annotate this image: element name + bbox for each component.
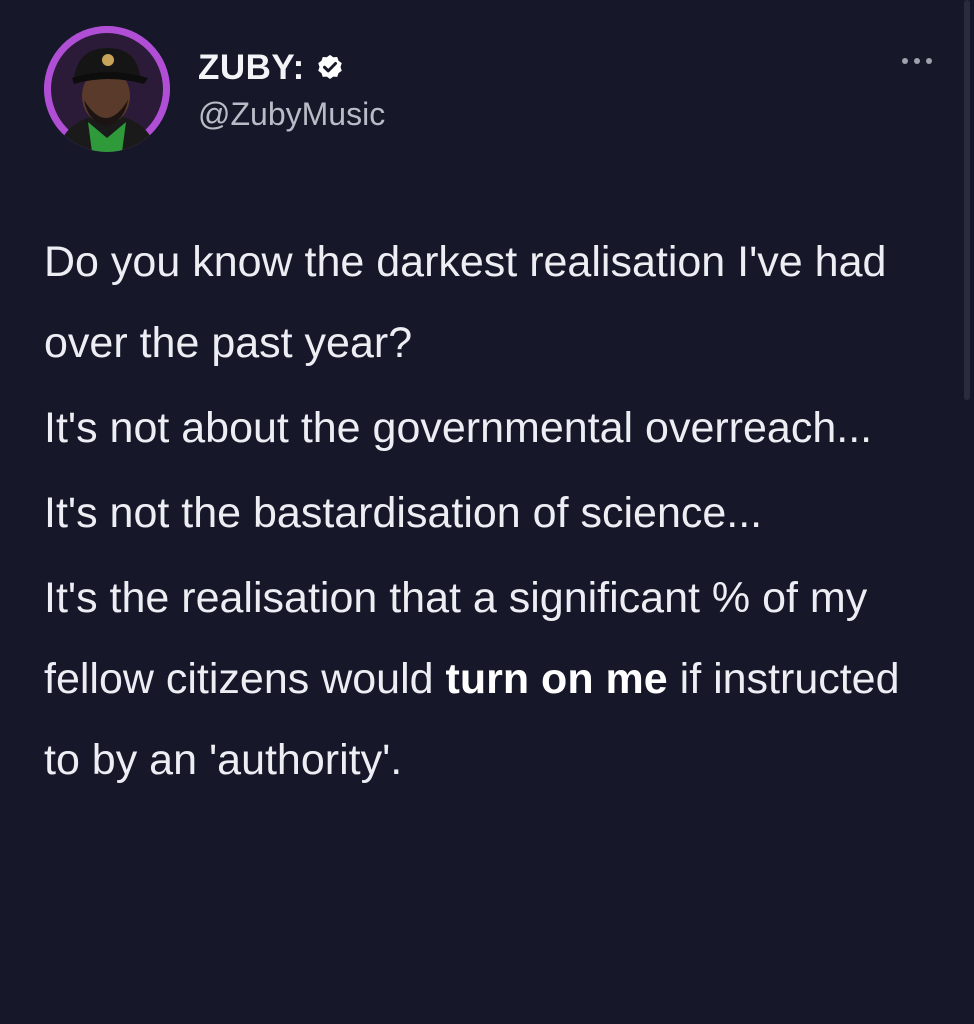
tweet-paragraph: It's not about the governmental overreac… — [44, 388, 944, 469]
tweet-paragraph: Do you know the darkest realisation I've… — [44, 222, 944, 384]
display-name[interactable]: ZUBY: — [198, 48, 305, 88]
author-name-row[interactable]: ZUBY: — [198, 48, 345, 88]
tweet-card: ZUBY: @ZubyMusic Do you know the darkest… — [0, 0, 974, 1024]
scrollbar[interactable] — [964, 0, 970, 400]
tweet-text: Do you know the darkest realisation I've… — [44, 222, 944, 805]
user-handle[interactable]: @ZubyMusic — [198, 96, 385, 133]
more-options-icon[interactable] — [902, 52, 932, 70]
verified-badge-icon — [318, 54, 342, 79]
tweet-text-segment: It's not the bastardisation of science..… — [44, 489, 763, 537]
tweet-paragraph: It's not the bastardisation of science..… — [44, 473, 944, 554]
avatar-image — [44, 26, 170, 152]
tweet-paragraph: It's the realisation that a significant … — [44, 558, 944, 801]
tweet-text-bold: turn on me — [445, 655, 668, 703]
avatar[interactable] — [44, 26, 170, 152]
tweet-text-segment: It's not about the governmental overreac… — [44, 404, 873, 452]
tweet-text-segment: Do you know the darkest realisation I've… — [44, 238, 887, 367]
